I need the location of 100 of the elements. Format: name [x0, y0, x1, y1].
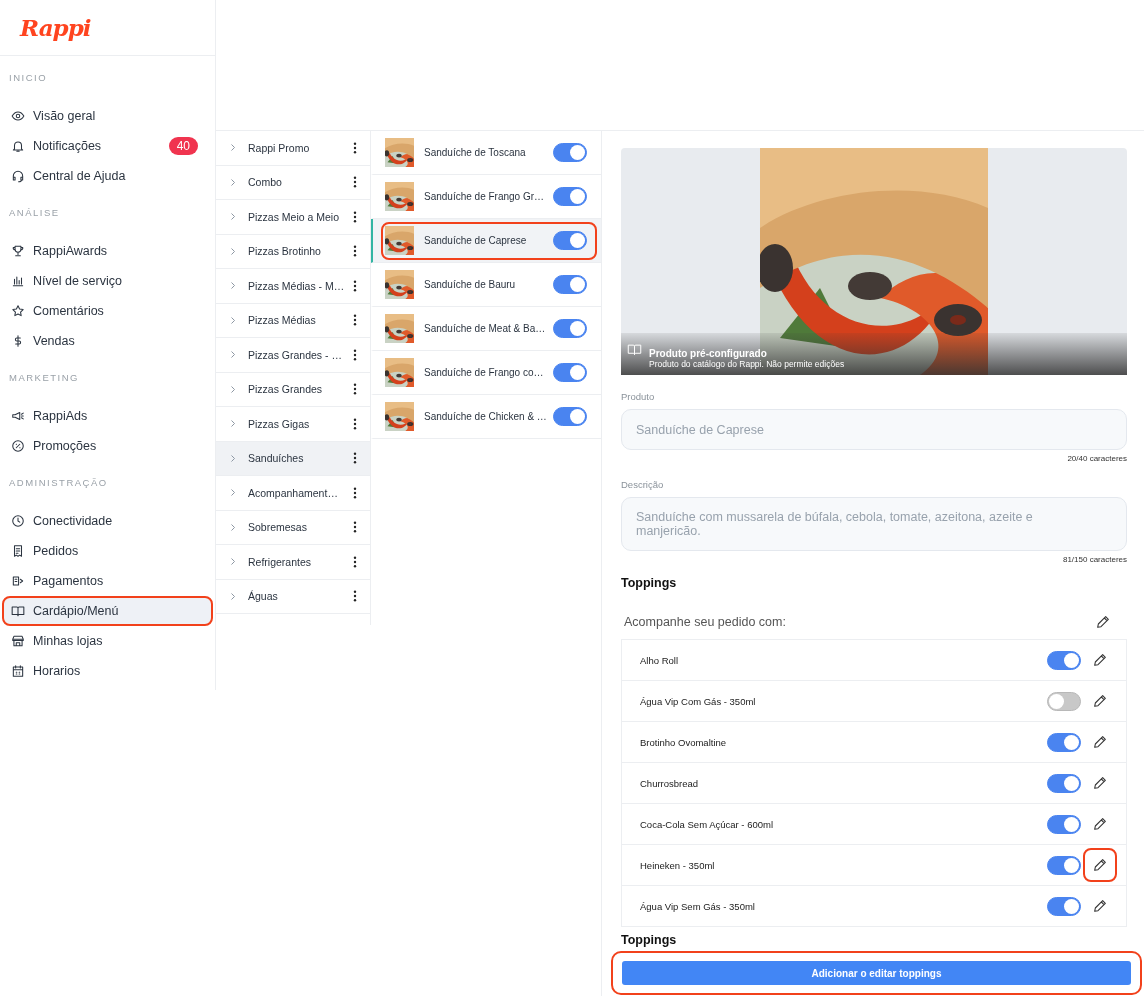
section-title: INICIO: [8, 71, 49, 85]
pencil-icon: [1092, 816, 1108, 832]
topping-row: Água Vip Com Gás - 350ml: [621, 681, 1127, 722]
pencil-icon: [1092, 857, 1108, 873]
group-title: Acompanhe seu pedido com:: [624, 615, 786, 629]
section-title: ADMINISTRAÇÃO: [8, 476, 109, 490]
more-icon[interactable]: [353, 590, 357, 603]
product-item[interactable]: Sanduíche de Meat & Ba…: [371, 307, 601, 351]
bell-icon: [11, 139, 25, 153]
category-item[interactable]: Rappi Promo: [216, 131, 370, 166]
toggle-switch[interactable]: [1047, 732, 1081, 752]
more-icon[interactable]: [353, 452, 357, 465]
sidebar-item[interactable]: Cardápio/Menú: [2, 596, 213, 626]
caption-title: Produto pré-configurado: [649, 348, 767, 359]
topping-row: Heineken - 350ml: [621, 845, 1127, 886]
toggle-switch[interactable]: [553, 231, 587, 250]
category-item[interactable]: Sobremesas: [216, 510, 370, 545]
notification-count: 40: [168, 137, 198, 155]
toggle-switch[interactable]: [1047, 896, 1081, 916]
category-item[interactable]: Pizzas Médias: [216, 303, 370, 338]
product-item[interactable]: Sanduíche de Frango co…: [371, 351, 601, 395]
edit-button[interactable]: [1083, 848, 1117, 882]
toggle-switch[interactable]: [1047, 855, 1081, 875]
category-item[interactable]: Pizzas Gigas: [216, 407, 370, 442]
headset-icon: [11, 169, 25, 183]
toggle-switch[interactable]: [1047, 650, 1081, 670]
bar-chart-icon: [11, 274, 25, 288]
sidebar-item[interactable]: Minhas lojas: [2, 626, 213, 656]
category-item[interactable]: Combo: [216, 165, 370, 200]
sidebar-item[interactable]: Vendas: [2, 326, 213, 356]
character-count: 81/150 caracteres: [1062, 555, 1127, 564]
sidebar-item[interactable]: Visão geral: [2, 101, 213, 131]
character-count: 20/40 caracteres: [1067, 454, 1127, 463]
toggle-switch[interactable]: [553, 143, 587, 162]
topping-row: Churrosbread: [621, 763, 1127, 804]
more-icon[interactable]: [353, 279, 357, 292]
category-item[interactable]: Acompanhament…: [216, 476, 370, 511]
chevron-icon: [230, 212, 236, 222]
toggle-switch[interactable]: [553, 363, 587, 382]
sidebar-item[interactable]: Notificações 40: [2, 131, 213, 161]
field-label: Descrição: [621, 479, 665, 490]
caption-text: Produto do catálogo do Rappi. Não permite edições: [649, 359, 845, 369]
megaphone-icon: [11, 409, 25, 423]
calendar-icon: [11, 664, 25, 678]
pencil-icon[interactable]: [1095, 614, 1111, 630]
more-icon[interactable]: [353, 521, 357, 534]
sidebar-item[interactable]: Comentários: [2, 296, 213, 326]
toggle-switch[interactable]: [553, 275, 587, 294]
category-item[interactable]: Pizzas Grandes: [216, 372, 370, 407]
toggle-switch[interactable]: [553, 407, 587, 426]
add-toppings-button[interactable]: Adicionar o editar toppings: [622, 961, 1131, 985]
chevron-icon: [230, 453, 236, 463]
more-icon[interactable]: [353, 141, 357, 154]
chevron-icon: [230, 557, 236, 567]
sidebar-item[interactable]: Horarios: [2, 656, 213, 686]
category-item[interactable]: Sanduíches: [216, 441, 370, 476]
category-item[interactable]: Pizzas Grandes - …: [216, 338, 370, 373]
toggle-switch[interactable]: [553, 187, 587, 206]
more-icon[interactable]: [353, 245, 357, 258]
payment-icon: [11, 574, 25, 588]
section-heading: Toppings: [621, 576, 678, 590]
sidebar-item[interactable]: RappiAwards: [2, 236, 213, 266]
more-icon[interactable]: [353, 210, 357, 223]
more-icon[interactable]: [353, 348, 357, 361]
sidebar-item[interactable]: Central de Ajuda: [2, 161, 213, 191]
category-item[interactable]: Pizzas Meio a Meio: [216, 200, 370, 235]
more-icon[interactable]: [353, 555, 357, 568]
pencil-icon: [1092, 652, 1108, 668]
chevron-icon: [230, 315, 236, 325]
category-item[interactable]: Pizzas Médias - M…: [216, 269, 370, 304]
book-icon: [627, 342, 642, 357]
sidebar-item[interactable]: Conectividade: [2, 506, 213, 536]
toggle-switch[interactable]: [1047, 773, 1081, 793]
toggle-switch[interactable]: [553, 319, 587, 338]
more-icon[interactable]: [353, 486, 357, 499]
pencil-icon: [1092, 898, 1108, 914]
chevron-icon: [230, 246, 236, 256]
toggle-switch[interactable]: [1047, 814, 1081, 834]
sidebar-item[interactable]: RappiAds: [2, 401, 213, 431]
sidebar-item[interactable]: Promoções: [2, 431, 213, 461]
product-item[interactable]: Sanduíche de Caprese: [371, 219, 601, 263]
more-icon[interactable]: [353, 314, 357, 327]
chevron-icon: [230, 522, 236, 532]
sidebar-item[interactable]: Pedidos: [2, 536, 213, 566]
product-item[interactable]: Sanduíche de Chicken & …: [371, 395, 601, 439]
more-icon[interactable]: [353, 176, 357, 189]
toggle-switch[interactable]: [1047, 691, 1081, 711]
category-item[interactable]: Pizzas Brotinho: [216, 234, 370, 269]
field-label: Produto: [621, 391, 656, 402]
category-item[interactable]: Refrigerantes: [216, 545, 370, 580]
more-icon[interactable]: [353, 417, 357, 430]
product-item[interactable]: Sanduíche de Toscana: [371, 131, 601, 175]
product-item[interactable]: Sanduíche de Bauru: [371, 263, 601, 307]
book-icon: [11, 604, 25, 618]
category-item[interactable]: Águas: [216, 579, 370, 614]
sidebar-item[interactable]: Pagamentos: [2, 566, 213, 596]
chevron-icon: [230, 350, 236, 360]
more-icon[interactable]: [353, 383, 357, 396]
pencil-icon: [1092, 734, 1108, 750]
sidebar-item[interactable]: Nível de serviço: [2, 266, 213, 296]
